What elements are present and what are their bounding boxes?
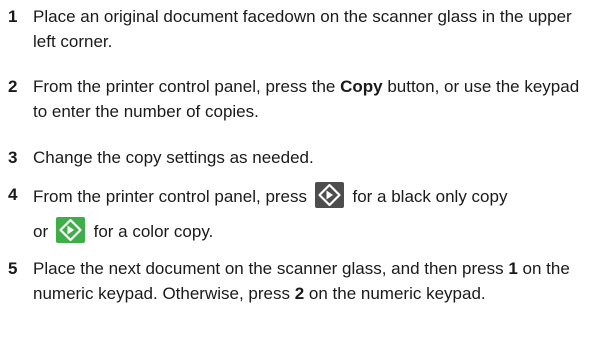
black-start-icon — [314, 182, 344, 208]
step-text: From the printer control panel, press fo… — [33, 182, 581, 244]
step-2: 2 From the printer control panel, press … — [0, 74, 591, 124]
step-3: 3 Change the copy settings as needed. — [0, 145, 591, 170]
instruction-steps: 1 Place an original document facedown on… — [0, 0, 591, 338]
step-text-line: or for a color copy. — [33, 217, 581, 244]
step-text: Change the copy settings as needed. — [33, 148, 314, 167]
step-number: 5 — [8, 259, 18, 278]
step-number: 4 — [8, 185, 18, 204]
step-text-part: Place the next document on the scanner g… — [33, 259, 509, 278]
step-1: 1 Place an original document facedown on… — [0, 4, 591, 54]
step-text: Place an original document facedown on t… — [33, 7, 572, 51]
keypad-key-1: 1 — [508, 259, 518, 278]
step-number: 1 — [8, 7, 18, 26]
step-text-part: or — [33, 222, 49, 241]
step-text-part: From the printer control panel, press — [33, 187, 308, 206]
copy-button-label: Copy — [340, 77, 383, 96]
step-text: Place the next document on the scanner g… — [33, 256, 581, 306]
step-number: 2 — [8, 77, 18, 96]
step-4: 4 From the printer control panel, press … — [0, 182, 591, 244]
step-text-part: for a color copy. — [93, 222, 214, 241]
step-number: 3 — [8, 148, 18, 167]
step-text-part: From the printer control panel, press th… — [33, 77, 341, 96]
step-text-part: for a black only copy — [352, 187, 508, 206]
color-start-icon — [55, 217, 85, 243]
step-text: From the printer control panel, press th… — [33, 74, 581, 124]
step-text-part: on the numeric keypad. — [304, 284, 486, 303]
step-5: 5 Place the next document on the scanner… — [0, 256, 591, 306]
keypad-key-2: 2 — [294, 284, 305, 303]
